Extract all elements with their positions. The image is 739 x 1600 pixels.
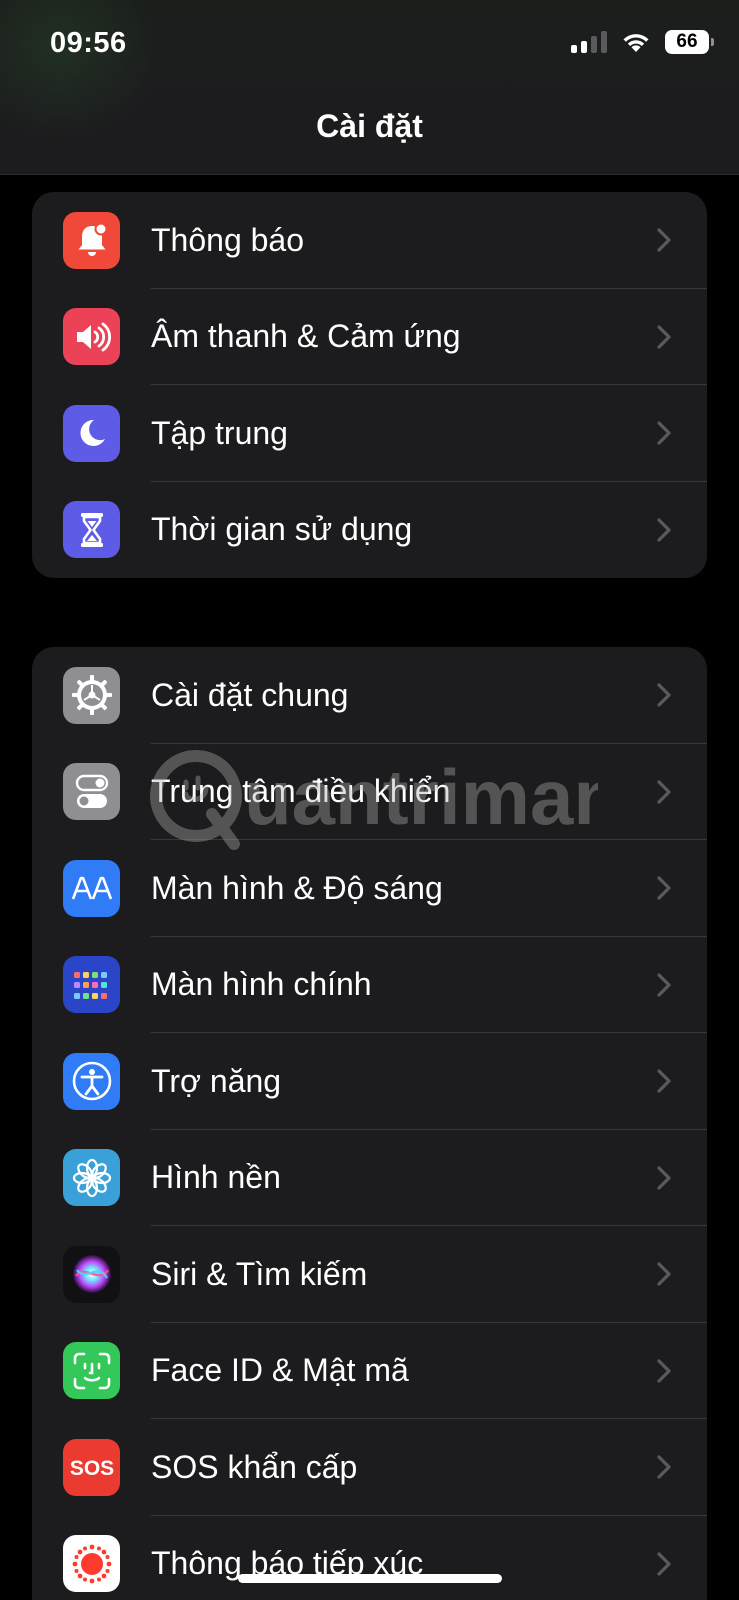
- chevron-right-icon: [657, 780, 671, 804]
- settings-row-screen-time[interactable]: Thời gian sử dụng: [32, 482, 707, 579]
- settings-row-emergency-sos[interactable]: SOS SOS khẩn cấp: [32, 1419, 707, 1516]
- toggles-icon: [63, 763, 120, 821]
- settings-row-label: Thời gian sử dụng: [151, 511, 413, 548]
- home-grid-icon: [63, 956, 120, 1014]
- settings-group-2: Cài đặt chung Trung tâm điều khiển Màn h…: [32, 647, 707, 1600]
- svg-text:SOS: SOS: [69, 1457, 113, 1480]
- settings-group-1: Thông báo Âm thanh & Cảm ứng Tập trung T…: [32, 192, 707, 578]
- gear-icon: [63, 666, 120, 724]
- settings-row-focus[interactable]: Tập trung: [32, 385, 707, 482]
- battery-icon: 66: [665, 30, 714, 54]
- chevron-right-icon: [657, 1262, 671, 1286]
- chevron-right-icon: [657, 876, 671, 900]
- chevron-right-icon: [657, 518, 671, 542]
- moon-icon: [63, 404, 120, 462]
- wifi-icon: [623, 34, 649, 52]
- settings-row-label: Màn hình & Độ sáng: [151, 869, 443, 906]
- settings-row-label: Face ID & Mật mã: [151, 1352, 409, 1389]
- chevron-right-icon: [657, 683, 671, 707]
- speaker-icon: [63, 308, 120, 366]
- settings-row-label: Màn hình chính: [151, 966, 372, 1003]
- settings-row-wallpaper[interactable]: Hình nền: [32, 1130, 707, 1226]
- settings-row-exposure-notifications[interactable]: Thông báo tiếp xúc: [32, 1516, 707, 1600]
- hourglass-icon: [63, 501, 120, 559]
- navigation-bar: 09:56 66 Cài đặt: [0, 0, 739, 175]
- settings-row-display-brightness[interactable]: Màn hình & Độ sáng: [32, 840, 707, 937]
- settings-row-siri-search[interactable]: Siri & Tìm kiếm: [32, 1226, 707, 1323]
- cellular-signal-icon: [571, 31, 607, 53]
- settings-row-sounds-haptics[interactable]: Âm thanh & Cảm ứng: [32, 289, 707, 385]
- settings-row-label: Siri & Tìm kiếm: [151, 1255, 368, 1292]
- settings-row-accessibility[interactable]: Trợ năng: [32, 1033, 707, 1130]
- settings-row-label: Thông báo: [151, 221, 305, 258]
- settings-screen: 09:56 66 Cài đặt Thông báo Âm thanh & Cả…: [0, 0, 739, 1600]
- bell-icon: [63, 211, 120, 269]
- settings-row-label: Hình nền: [151, 1159, 281, 1196]
- settings-row-label: Trợ năng: [151, 1062, 282, 1099]
- page-title: Cài đặt: [316, 108, 423, 144]
- chevron-right-icon: [657, 1359, 671, 1383]
- home-indicator[interactable]: [238, 1574, 502, 1583]
- chevron-right-icon: [657, 1069, 671, 1093]
- chevron-right-icon: [657, 228, 671, 252]
- settings-row-label: SOS khẩn cấp: [151, 1448, 358, 1485]
- settings-row-control-center[interactable]: Trung tâm điều khiển: [32, 744, 707, 840]
- settings-row-general[interactable]: Cài đặt chung: [32, 647, 707, 744]
- sos-icon: SOS: [63, 1438, 120, 1496]
- chevron-right-icon: [657, 1166, 671, 1190]
- battery-level: 66: [676, 31, 698, 52]
- chevron-right-icon: [657, 1552, 671, 1576]
- face-id-icon: [63, 1342, 120, 1400]
- chevron-right-icon: [657, 421, 671, 445]
- settings-row-label: Cài đặt chung: [151, 676, 349, 713]
- accessibility-icon: [63, 1052, 120, 1110]
- siri-icon: [63, 1245, 120, 1303]
- status-indicators: 66: [571, 30, 714, 54]
- text-size-icon: [63, 859, 120, 917]
- chevron-right-icon: [657, 1455, 671, 1479]
- settings-row-label: Trung tâm điều khiển: [151, 773, 451, 810]
- settings-row-label: Âm thanh & Cảm ứng: [151, 318, 461, 355]
- chevron-right-icon: [657, 325, 671, 349]
- status-time: 09:56: [50, 27, 127, 59]
- exposure-icon: [63, 1535, 120, 1593]
- settings-row-label: Tập trung: [151, 414, 288, 451]
- settings-row-face-id-passcode[interactable]: Face ID & Mật mã: [32, 1323, 707, 1419]
- flower-icon: [63, 1149, 120, 1207]
- settings-row-home-screen[interactable]: Màn hình chính: [32, 937, 707, 1033]
- settings-row-notifications[interactable]: Thông báo: [32, 192, 707, 289]
- chevron-right-icon: [657, 973, 671, 997]
